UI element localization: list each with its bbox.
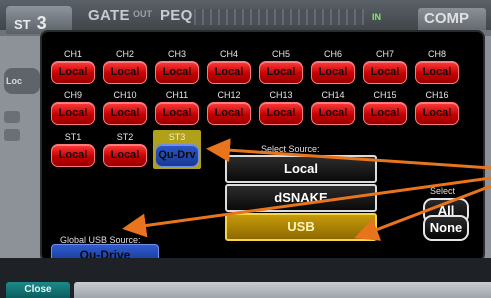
arrow-to-st3 bbox=[206, 138, 491, 170]
annotation-arrows bbox=[122, 138, 491, 241]
arrow-to-global-usb bbox=[122, 176, 491, 238]
